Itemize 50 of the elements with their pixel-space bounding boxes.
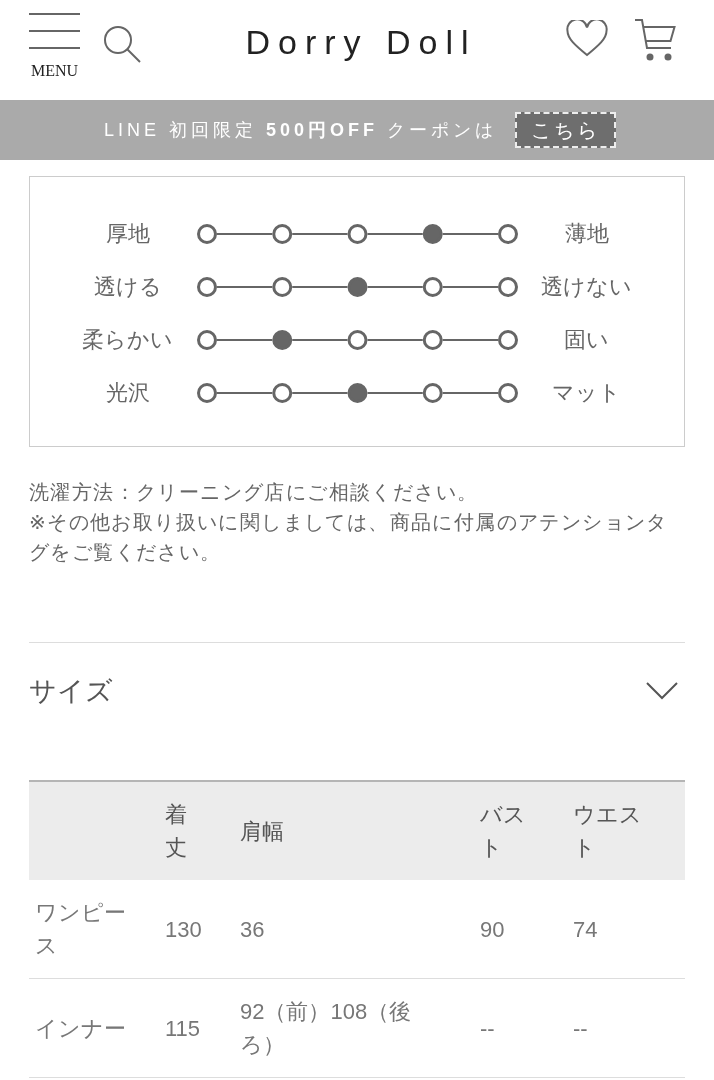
scale-min-label: 光沢 (105, 378, 150, 407)
menu-icon (29, 13, 80, 49)
scale-line (366, 391, 424, 394)
scale-min-label: 柔らかい (82, 325, 173, 354)
heart-icon[interactable] (566, 20, 608, 57)
column-header: バスト (479, 801, 527, 862)
coupon-text: LINE 初回限定 500円OFF クーポンは (103, 119, 498, 142)
scale-line (290, 391, 348, 394)
care-note: 洗濯方法：クリーニング店にご相談ください。 (29, 480, 480, 505)
scale-max-label: 薄地 (564, 219, 609, 248)
scale-max-label: マット (552, 378, 621, 407)
menu-button[interactable]: MENU (29, 13, 80, 80)
column-header: 着丈 (164, 801, 188, 862)
section-title: サイズ (29, 675, 113, 708)
scale-max-label: 固い (564, 325, 609, 354)
coupon-link-button[interactable]: こちら (515, 112, 617, 148)
row-header: ワンピース (34, 899, 127, 960)
scale-line (366, 285, 424, 288)
table-cell-text: -- (572, 1014, 589, 1043)
scale-line (215, 391, 273, 394)
scale-line (290, 338, 348, 341)
search-icon[interactable] (103, 25, 141, 63)
scale-line (441, 285, 499, 288)
scale-line (366, 338, 424, 341)
scale-line (366, 232, 424, 235)
column-header: 肩幅 (239, 817, 285, 846)
table-cell-text: -- (479, 1014, 496, 1043)
scale-line (290, 232, 348, 235)
scale-line (290, 285, 348, 288)
table-cell-text: 90 (479, 915, 506, 944)
scale-min-label: 透ける (93, 272, 162, 301)
scale-line (215, 338, 273, 341)
column-header: ウエスト (572, 801, 643, 862)
scale-max-label: 透けない (541, 272, 632, 301)
row-header: インナー (34, 1014, 127, 1043)
scale-line (441, 338, 499, 341)
care-note: ※その他お取り扱いに関しましては、商品に付属のアテンションタグをご覧ください。 (29, 510, 669, 565)
scale-line (215, 285, 273, 288)
scale-min-label: 厚地 (105, 219, 150, 248)
scale-line (215, 232, 273, 235)
table-cell-text: 36 (239, 915, 266, 944)
logo[interactable]: Dorry Doll (237, 22, 477, 62)
scale-line (441, 232, 499, 235)
table-cell-text: 74 (572, 915, 599, 944)
table-cell-text: 130 (164, 915, 203, 944)
table-cell-text: 115 (164, 1014, 202, 1043)
cart-icon[interactable] (634, 18, 676, 62)
chevron-down-icon[interactable] (646, 682, 678, 700)
table-cell-text: 92（前）108（後ろ） (239, 998, 413, 1059)
scale-line (441, 391, 499, 394)
